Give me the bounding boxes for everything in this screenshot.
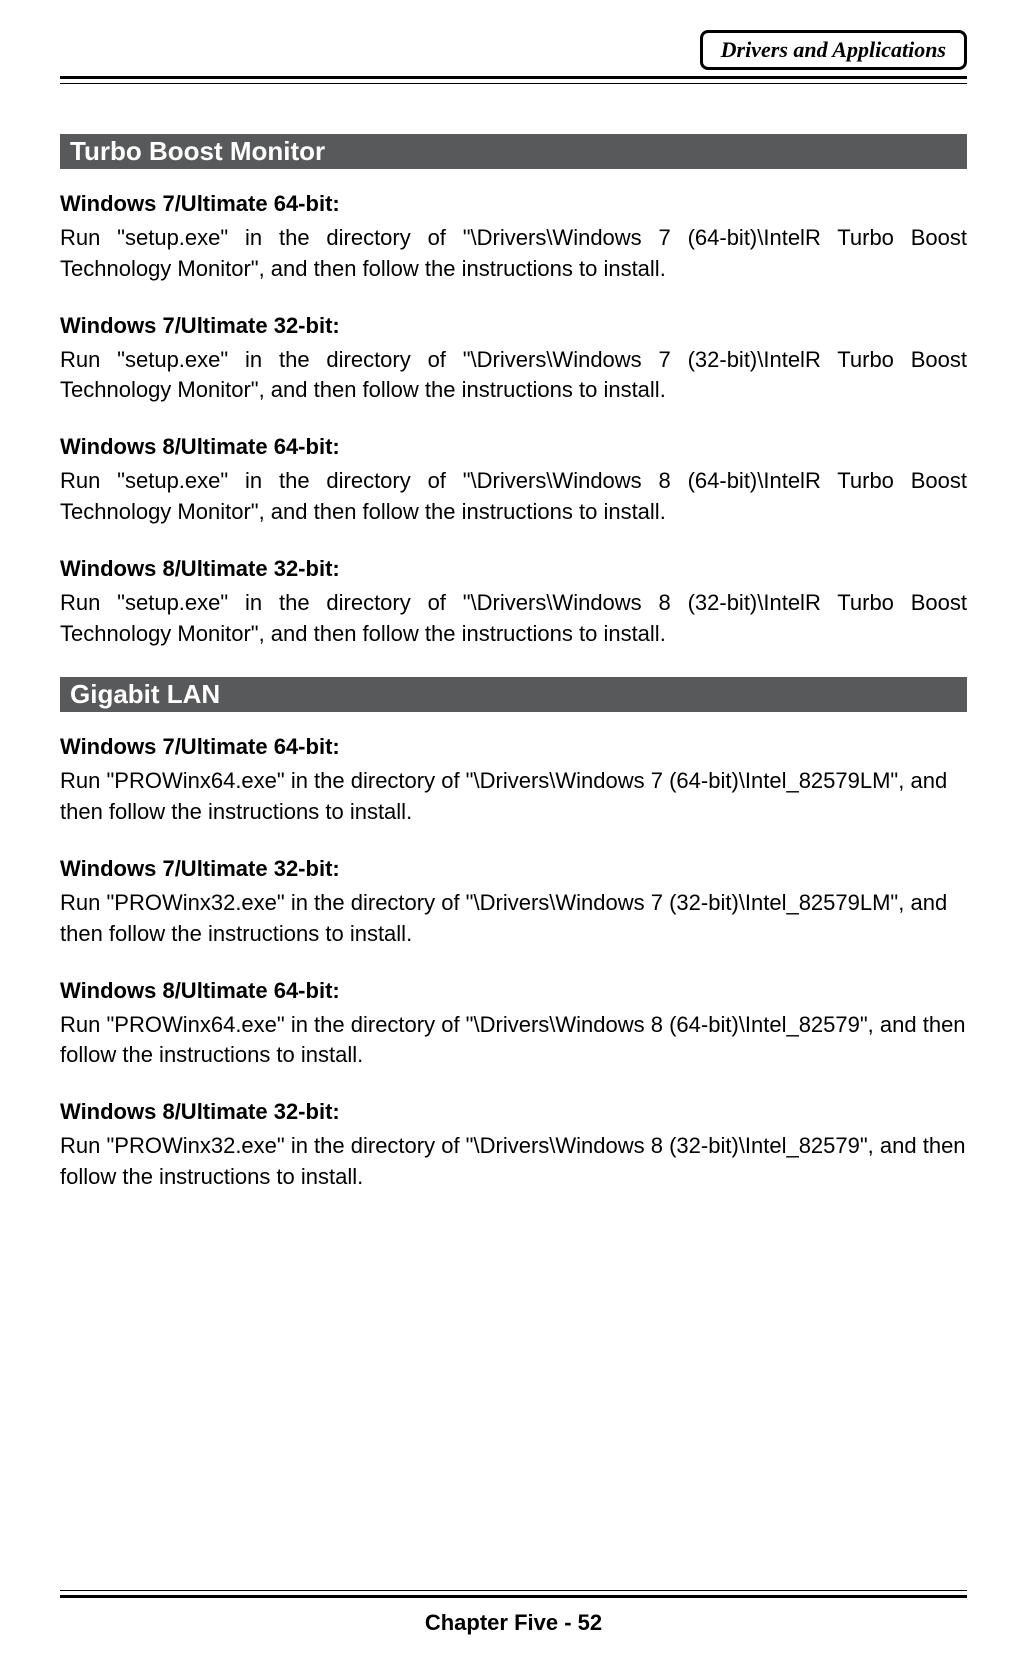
footer-rule xyxy=(60,1590,967,1598)
body-text: Run "setup.exe" in the directory of "\Dr… xyxy=(60,223,967,285)
subhead: Windows 7/Ultimate 32-bit: xyxy=(60,313,967,339)
body-text: Run "PROWinx64.exe" in the directory of … xyxy=(60,766,967,828)
subhead: Windows 8/Ultimate 64-bit: xyxy=(60,978,967,1004)
header-row: Drivers and Applications xyxy=(60,30,967,70)
header-badge: Drivers and Applications xyxy=(700,30,967,70)
subhead: Windows 7/Ultimate 32-bit: xyxy=(60,856,967,882)
header-rule xyxy=(60,76,967,84)
subhead: Windows 8/Ultimate 64-bit: xyxy=(60,434,967,460)
body-text: Run "setup.exe" in the directory of "\Dr… xyxy=(60,588,967,650)
page-container: Drivers and Applications Turbo Boost Mon… xyxy=(0,0,1027,1660)
body-text: Run "PROWinx32.exe" in the directory of … xyxy=(60,888,967,950)
body-text: Run "PROWinx64.exe" in the directory of … xyxy=(60,1010,967,1072)
subhead: Windows 8/Ultimate 32-bit: xyxy=(60,556,967,582)
subhead: Windows 7/Ultimate 64-bit: xyxy=(60,734,967,760)
body-text: Run "setup.exe" in the directory of "\Dr… xyxy=(60,345,967,407)
footer: Chapter Five - 52 xyxy=(60,1580,967,1636)
page-number: Chapter Five - 52 xyxy=(60,1610,967,1636)
section-title-gigabit-lan: Gigabit LAN xyxy=(60,677,967,712)
body-text: Run "PROWinx32.exe" in the directory of … xyxy=(60,1131,967,1193)
section-title-turbo-boost: Turbo Boost Monitor xyxy=(60,134,967,169)
body-text: Run "setup.exe" in the directory of "\Dr… xyxy=(60,466,967,528)
subhead: Windows 7/Ultimate 64-bit: xyxy=(60,191,967,217)
subhead: Windows 8/Ultimate 32-bit: xyxy=(60,1099,967,1125)
